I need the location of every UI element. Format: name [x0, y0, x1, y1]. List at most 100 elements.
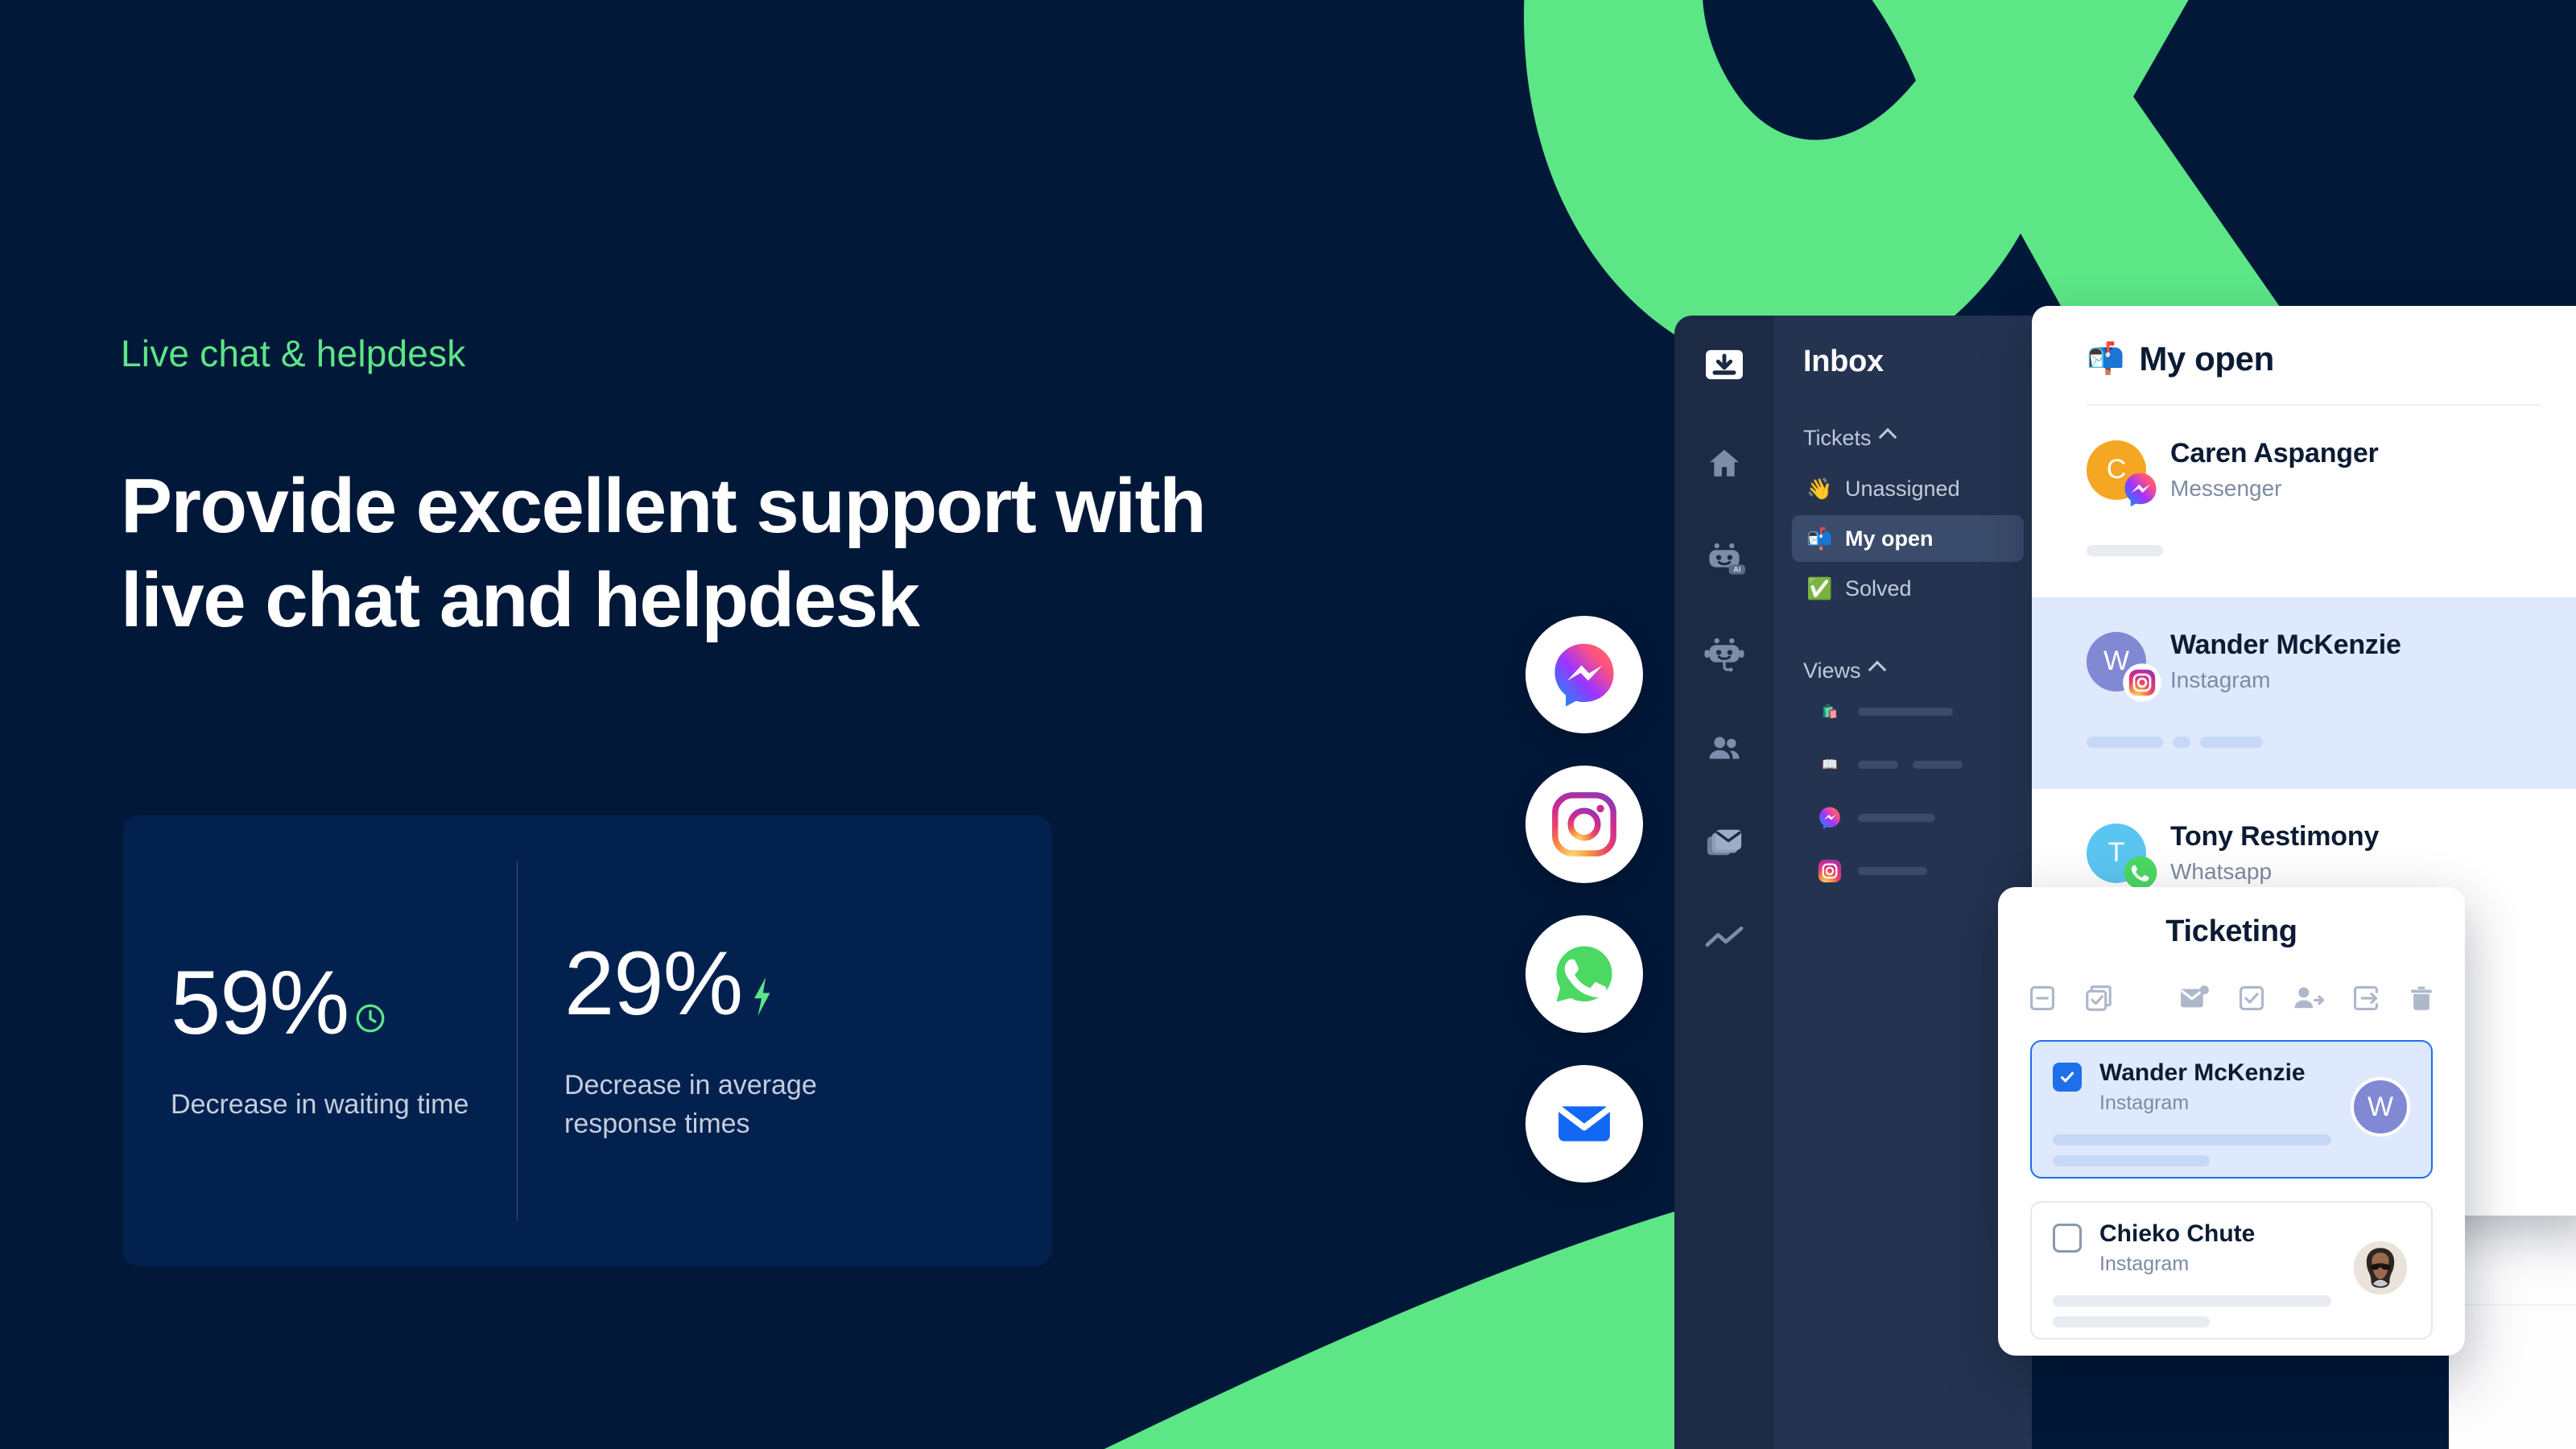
section-label: Views [1803, 658, 1861, 683]
contact-name: Wander McKenzie [2170, 630, 2401, 660]
mailbox-icon: 📬 [1806, 526, 1833, 551]
lightning-bolt-icon [747, 940, 776, 1030]
ticketing-toolbar [2027, 983, 2436, 1018]
stat-value-row: 29% [564, 932, 931, 1034]
svg-text:AI: AI [1733, 566, 1740, 574]
view-item-instagram[interactable] [1816, 857, 2032, 885]
assign-user-icon[interactable] [2293, 983, 2325, 1018]
email-bubble[interactable] [1525, 1065, 1643, 1183]
preview-placeholder [2087, 737, 2576, 748]
sidebar-item-label: Unassigned [1845, 476, 1960, 501]
placeholder-bar [1858, 708, 1953, 716]
deselect-all-icon[interactable] [2027, 983, 2058, 1018]
page-title: Provide excellent support with live chat… [121, 459, 1538, 647]
page-root: Live chat & helpdesk Provide excellent s… [0, 0, 2576, 1449]
shopping-bags-icon: 🛍️ [1822, 705, 1838, 719]
section-header-views[interactable]: Views [1803, 658, 2032, 683]
preview-placeholder [2053, 1295, 2410, 1327]
messenger-icon [1816, 804, 1843, 832]
section-label: Tickets [1803, 426, 1872, 450]
whatsapp-icon [2122, 854, 2159, 891]
mailbox-icon: 📬 [2087, 342, 2125, 376]
avatar: W [2351, 1077, 2410, 1137]
avatar: T [2087, 823, 2157, 889]
channel-label: Messenger [2170, 476, 2282, 501]
messenger-bubble[interactable] [1525, 616, 1643, 733]
delete-trash-icon[interactable] [2407, 983, 2436, 1018]
sidebar-item-campaigns[interactable] [1699, 819, 1749, 869]
ticketing-title: Ticketing [2165, 914, 2297, 948]
check-mark-icon: ✅ [1806, 576, 1833, 601]
sidebar-item-my-open[interactable]: 📬 My open [1792, 515, 2024, 562]
stat-value: 29% [564, 932, 743, 1034]
contact-name: Tony Restimony [2170, 821, 2380, 852]
inbox-download-icon[interactable] [1701, 341, 1748, 392]
messenger-icon [2122, 471, 2159, 508]
stat-label: Decrease in waiting time [171, 1088, 469, 1120]
move-to-icon[interactable] [2351, 983, 2381, 1018]
view-item-shopping[interactable]: 🛍️ [1816, 698, 2032, 725]
sidebar-item-label: My open [1845, 526, 1934, 551]
stat-value: 59% [171, 952, 349, 1053]
mark-unread-icon[interactable] [2178, 983, 2211, 1018]
placeholder-bar [1858, 814, 1935, 822]
sidebar-item-unassigned[interactable]: 👋 Unassigned [1792, 465, 2024, 512]
select-all-icon[interactable] [2083, 983, 2114, 1018]
icon-rail: AI [1674, 316, 1774, 1449]
sidebar-item-chatbot[interactable] [1699, 629, 1749, 679]
mark-solved-icon[interactable] [2236, 983, 2267, 1018]
instagram-icon [1816, 857, 1843, 885]
sidebar-item-home[interactable] [1699, 439, 1749, 489]
channel-label: Instagram [2099, 1092, 2190, 1114]
avatar: W [2087, 631, 2161, 702]
chevron-up-icon [1868, 660, 1886, 679]
table-row[interactable]: Wander McKenzie Instagram W [2030, 1040, 2433, 1179]
avatar: C [2087, 440, 2157, 506]
channel-label: Instagram [2099, 1253, 2190, 1275]
chevron-up-icon [1878, 427, 1897, 446]
stat-label: Decrease in average response times [564, 1069, 817, 1139]
contact-name: Caren Aspanger [2170, 438, 2379, 469]
sidebar-item-contacts[interactable] [1699, 724, 1749, 774]
eyebrow-label: Live chat & helpdesk [121, 332, 466, 374]
instagram-icon [2122, 663, 2161, 702]
contact-name: Chieko Chute [2099, 1220, 2256, 1247]
placeholder-bar [1858, 761, 1898, 769]
stat-response-time: 29% Decrease in average response times [518, 932, 968, 1144]
open-book-icon: 📖 [1822, 758, 1838, 772]
row-checkbox[interactable] [2053, 1224, 2082, 1253]
placeholder-bar [1858, 867, 1927, 875]
channel-bubble-list [1525, 616, 1643, 1215]
list-item[interactable]: W Wander McKenzie Instagram [2032, 597, 2576, 789]
inbox-title: Inbox [1803, 345, 1884, 378]
stat-value-row: 59% [171, 952, 480, 1053]
section-header-tickets[interactable]: Tickets [1803, 426, 2032, 451]
table-row[interactable]: Chieko Chute Instagram [2030, 1201, 2433, 1340]
headline-line-2: live chat and helpdesk [121, 557, 920, 644]
view-item-knowledge[interactable]: 📖 [1816, 751, 2032, 778]
waving-hand-icon: 👋 [1806, 476, 1833, 501]
stats-card: 59% Decrease in waiting time 29% Decreas… [122, 815, 1052, 1266]
conversation-list-title: My open [2139, 340, 2274, 378]
sidebar-item-ai-agent[interactable]: AI [1699, 534, 1749, 584]
stat-waiting-time: 59% Decrease in waiting time [122, 952, 517, 1124]
channel-label: Instagram [2170, 667, 2271, 692]
instagram-bubble[interactable] [1525, 766, 1643, 883]
preview-placeholder [2087, 545, 2576, 556]
whatsapp-bubble[interactable] [1525, 915, 1643, 1033]
preview-placeholder [2053, 1134, 2410, 1166]
headline-line-1: Provide excellent support with [121, 463, 1207, 549]
avatar-photo [2351, 1238, 2410, 1298]
view-item-messenger[interactable] [1816, 804, 2032, 832]
contact-name: Wander McKenzie [2099, 1059, 2306, 1086]
conversation-list-header: 📬 My open [2032, 306, 2576, 378]
sidebar-item-analytics[interactable] [1699, 914, 1749, 964]
channel-label: Whatsapp [2170, 859, 2273, 884]
sidebar-item-label: Solved [1845, 576, 1912, 601]
sidebar-item-solved[interactable]: ✅ Solved [1792, 565, 2024, 612]
clock-icon [353, 960, 387, 1050]
list-item[interactable]: C Caren Aspanger Messenger [2032, 406, 2576, 597]
ticketing-card: Ticketing Wander McKenzie Instagram W Ch… [1998, 887, 2465, 1356]
row-checkbox[interactable] [2053, 1063, 2082, 1092]
inbox-panel: Inbox Tickets 👋 Unassigned 📬 My open ✅ S… [1774, 316, 2032, 1449]
